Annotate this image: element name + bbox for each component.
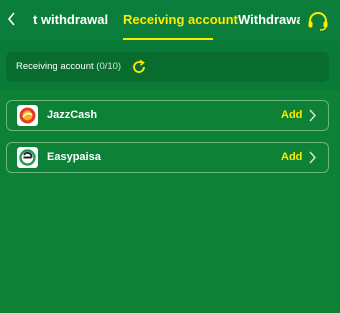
easypaisa-logo — [17, 147, 38, 168]
tab-receiving-account[interactable]: Receiving account — [123, 12, 238, 28]
active-tab-indicator — [123, 38, 213, 40]
account-name: Easypaisa — [47, 151, 101, 163]
refresh-icon — [133, 59, 145, 73]
list-item-easypaisa[interactable]: Easypaisa Add — [6, 142, 329, 173]
add-button[interactable]: Add — [281, 151, 302, 163]
add-button[interactable]: Add — [281, 109, 302, 121]
receiving-account-summary: Receiving account (0/10) — [6, 52, 329, 82]
account-count: (0/10) — [96, 61, 122, 72]
chevron-left-icon — [7, 12, 15, 26]
jazzcash-logo — [17, 105, 38, 126]
chevron-right-icon — [309, 109, 316, 122]
list-item-jazzcash[interactable]: JazzCash Add — [6, 100, 329, 131]
account-list: JazzCash Add Easypaisa Add — [0, 90, 340, 313]
headset-icon — [308, 12, 328, 31]
support-button[interactable] — [306, 9, 330, 33]
tab-withdrawal[interactable]: t withdrawal — [33, 12, 108, 28]
refresh-button[interactable] — [131, 59, 147, 75]
tab-withdrawal-list[interactable]: Withdrawal l — [238, 12, 300, 28]
summary-label: Receiving account — [16, 61, 94, 72]
back-button[interactable] — [4, 9, 20, 29]
account-name: JazzCash — [47, 109, 98, 121]
chevron-right-icon — [309, 151, 316, 164]
top-navigation: t withdrawal Receiving account Withdrawa… — [0, 0, 340, 41]
